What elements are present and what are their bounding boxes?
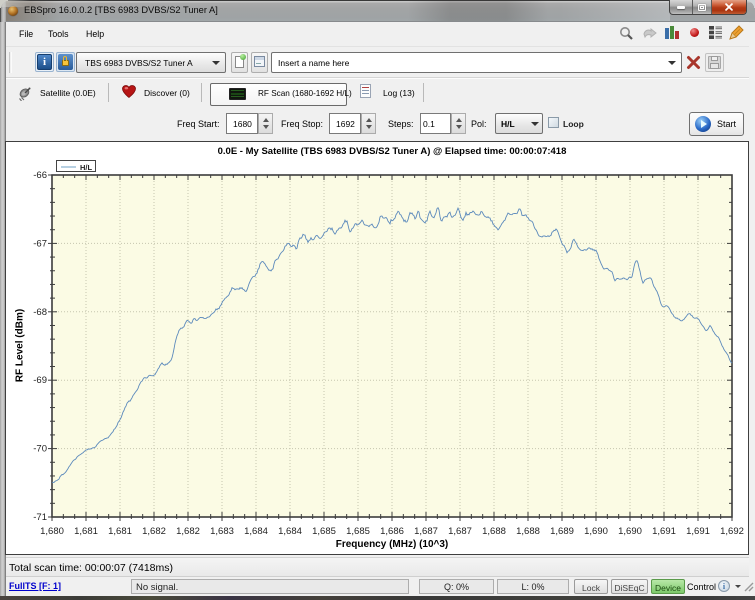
svg-text:1,682: 1,682 — [176, 526, 200, 537]
svg-text:1,687: 1,687 — [448, 526, 472, 537]
svg-text:1,684: 1,684 — [278, 526, 302, 537]
svg-text:1,688: 1,688 — [482, 526, 506, 537]
svg-text:1,685: 1,685 — [312, 526, 336, 537]
svg-text:1,690: 1,690 — [584, 526, 608, 537]
svg-text:1,681: 1,681 — [74, 526, 98, 537]
svg-text:1,682: 1,682 — [142, 526, 166, 537]
svg-text:1,680: 1,680 — [40, 526, 64, 537]
svg-text:1,691: 1,691 — [652, 526, 676, 537]
svg-text:1,690: 1,690 — [618, 526, 642, 537]
svg-text:1,686: 1,686 — [380, 526, 404, 537]
svg-text:1,684: 1,684 — [244, 526, 268, 537]
svg-text:-70: -70 — [33, 444, 47, 455]
svg-text:1,689: 1,689 — [550, 526, 574, 537]
svg-text:1,685: 1,685 — [346, 526, 370, 537]
svg-text:1,688: 1,688 — [516, 526, 540, 537]
svg-text:-69: -69 — [33, 375, 47, 386]
svg-text:-66: -66 — [33, 170, 47, 181]
svg-text:-67: -67 — [33, 238, 47, 249]
svg-text:1,691: 1,691 — [686, 526, 710, 537]
svg-text:1,687: 1,687 — [414, 526, 438, 537]
svg-text:1,683: 1,683 — [210, 526, 234, 537]
svg-text:1,681: 1,681 — [108, 526, 132, 537]
svg-text:1,692: 1,692 — [720, 526, 744, 537]
svg-text:-68: -68 — [33, 307, 47, 318]
svg-text:-71: -71 — [33, 512, 47, 523]
